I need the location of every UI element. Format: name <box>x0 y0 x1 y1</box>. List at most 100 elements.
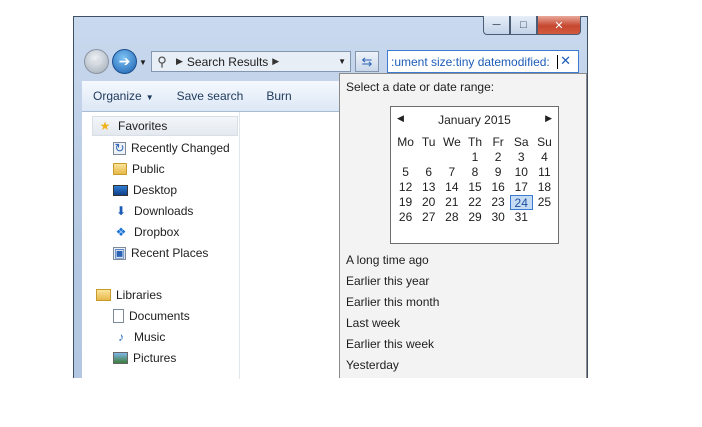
calendar-day[interactable]: 27 <box>417 210 440 225</box>
date-preset-item[interactable]: A long time ago <box>346 250 439 271</box>
calendar-day[interactable]: 11 <box>533 165 556 180</box>
date-preset-item[interactable]: Earlier this month <box>346 292 439 313</box>
weekday-label: Tu <box>421 135 436 149</box>
sidebar-item-recently-changed[interactable]: ↻ Recently Changed <box>113 138 230 158</box>
calendar-day[interactable]: 16 <box>487 180 510 195</box>
back-button[interactable]: ➔ <box>84 49 109 74</box>
calendar-day[interactable]: 10 <box>510 165 533 180</box>
sidebar-item-recent-places[interactable]: ▣ Recent Places <box>113 243 208 263</box>
navigation-pane: ★ Favorites ↻ Recently Changed Public De… <box>82 112 240 379</box>
calendar-day[interactable]: 23 <box>487 195 510 210</box>
libraries-icon <box>96 289 111 301</box>
organize-button[interactable]: Organize ▼ <box>93 89 154 103</box>
next-month-button[interactable]: ▶ <box>545 113 552 124</box>
forward-arrow-icon: ➔ <box>118 53 131 69</box>
search-input[interactable]: :ument size:tiny datemodified: <box>388 55 557 69</box>
calendar-day[interactable]: 2 <box>487 150 510 165</box>
calendar-day[interactable]: 21 <box>440 195 463 210</box>
calendar-month-label[interactable]: January 2015 <box>391 113 558 127</box>
sidebar-item-label: Public <box>132 162 165 176</box>
calendar-day[interactable]: 26 <box>394 210 417 225</box>
address-dropdown-icon[interactable]: ▼ <box>338 57 346 66</box>
minimize-button[interactable]: ─ <box>483 16 510 35</box>
forward-button[interactable]: ➔ <box>112 49 137 74</box>
calendar-day[interactable]: 15 <box>463 180 486 195</box>
burn-button[interactable]: Burn <box>266 89 291 103</box>
sidebar-item-public[interactable]: Public <box>113 159 165 179</box>
sidebar-item-dropbox[interactable]: ❖ Dropbox <box>113 222 180 242</box>
sidebar-item-pictures[interactable]: Pictures <box>113 348 176 368</box>
calendar-week-row: 19 20 21 22 23 24 25 <box>394 195 556 210</box>
calendar-day[interactable]: 9 <box>487 165 510 180</box>
sidebar-item-label: Recent Places <box>131 246 209 260</box>
weekday-label: We <box>442 135 461 149</box>
calendar-day[interactable]: 17 <box>510 180 533 195</box>
calendar-day[interactable]: 20 <box>417 195 440 210</box>
calendar-day[interactable]: 5 <box>394 165 417 180</box>
sidebar-item-desktop[interactable]: Desktop <box>113 180 177 200</box>
sidebar-item-libraries[interactable]: Libraries <box>96 285 162 305</box>
calendar-day[interactable]: 6 <box>417 165 440 180</box>
folder-icon <box>113 163 127 175</box>
calendar-day[interactable]: 4 <box>533 150 556 165</box>
weekday-label: Fr <box>492 135 504 149</box>
date-preset-item[interactable]: Earlier this year <box>346 271 439 292</box>
refresh-button[interactable]: ⇆ <box>355 51 379 72</box>
breadcrumb-separator-icon[interactable]: ▶ <box>176 56 183 67</box>
breadcrumb-search-results[interactable]: Search Results <box>187 55 268 69</box>
sidebar-item-label: Recently Changed <box>131 141 230 155</box>
calendar-week-row: 1234 <box>394 150 556 165</box>
weekday-label: Su <box>537 135 552 149</box>
calendar-week-row: 5 6 7 8 9 10 11 <box>394 165 556 180</box>
recent-pages-dropdown[interactable]: ▼ <box>139 58 147 67</box>
sidebar-item-label: Documents <box>129 309 190 323</box>
sidebar-item-documents[interactable]: Documents <box>113 306 190 326</box>
calendar-day[interactable]: 8 <box>463 165 486 180</box>
text-caret <box>557 54 558 69</box>
save-search-button[interactable]: Save search <box>177 89 244 103</box>
search-results-icon: ⚲ <box>157 53 167 69</box>
sidebar-item-music[interactable]: ♪ Music <box>113 327 165 347</box>
calendar-day[interactable]: 14 <box>440 180 463 195</box>
recent-places-icon: ▣ <box>113 246 126 260</box>
date-range-title: Select a date or date range: <box>346 80 495 94</box>
calendar-day[interactable]: 31 <box>510 210 533 225</box>
calendar-day[interactable]: 12 <box>394 180 417 195</box>
sidebar-item-downloads[interactable]: ⬇ Downloads <box>113 201 193 221</box>
clear-search-icon[interactable]: ✕ <box>560 53 571 69</box>
calendar-day[interactable]: 3 <box>510 150 533 165</box>
address-bar[interactable]: ⚲ ▶ Search Results ▶ ▼ <box>151 51 351 72</box>
sidebar-item-label: Desktop <box>133 183 178 197</box>
calendar-empty-cell <box>417 150 440 165</box>
breadcrumb-separator-icon[interactable]: ▶ <box>272 56 279 67</box>
pictures-icon <box>113 352 128 364</box>
chevron-down-icon: ▼ <box>145 93 154 102</box>
calendar-empty-cell <box>440 150 463 165</box>
calendar-day[interactable]: 22 <box>463 195 486 210</box>
search-box[interactable]: :ument size:tiny datemodified: ✕ <box>387 50 579 73</box>
calendar-week-row: 12 13 14 15 16 17 18 <box>394 180 556 195</box>
sidebar-item-favorites[interactable]: ★ Favorites <box>92 116 238 136</box>
refresh-icon: ⇆ <box>361 53 373 69</box>
calendar-day[interactable]: 19 <box>394 195 417 210</box>
date-preset-item[interactable]: Last week <box>346 313 439 334</box>
weekday-label: Th <box>467 135 482 149</box>
close-button[interactable]: ✕ <box>537 16 581 35</box>
calendar-day[interactable]: 1 <box>463 150 486 165</box>
calendar-day[interactable]: 28 <box>440 210 463 225</box>
sidebar-item-label: Downloads <box>134 204 194 218</box>
maximize-button[interactable]: □ <box>510 16 537 35</box>
date-modified-dropdown: Select a date or date range: ◀ January 2… <box>339 73 587 378</box>
calendar-empty-cell <box>533 210 556 225</box>
calendar-day[interactable]: 25 <box>533 195 556 210</box>
calendar-day[interactable]: 30 <box>487 210 510 225</box>
calendar-day[interactable]: 13 <box>417 180 440 195</box>
date-preset-item[interactable]: Yesterday <box>346 355 439 376</box>
calendar-grid: Mo Tu We Th Fr Sa Su 1 2 3 4 5 6 7 8 9 10 11 12 13 14 15 16 17 1… <box>394 135 556 225</box>
calendar-day[interactable]: 7 <box>440 165 463 180</box>
date-preset-item[interactable]: Earlier this week <box>346 334 439 355</box>
calendar-day[interactable]: 24 <box>509 195 533 210</box>
calendar-day[interactable]: 18 <box>533 180 556 195</box>
calendar-day[interactable]: 29 <box>463 210 486 225</box>
sidebar-item-label: Pictures <box>133 351 177 365</box>
